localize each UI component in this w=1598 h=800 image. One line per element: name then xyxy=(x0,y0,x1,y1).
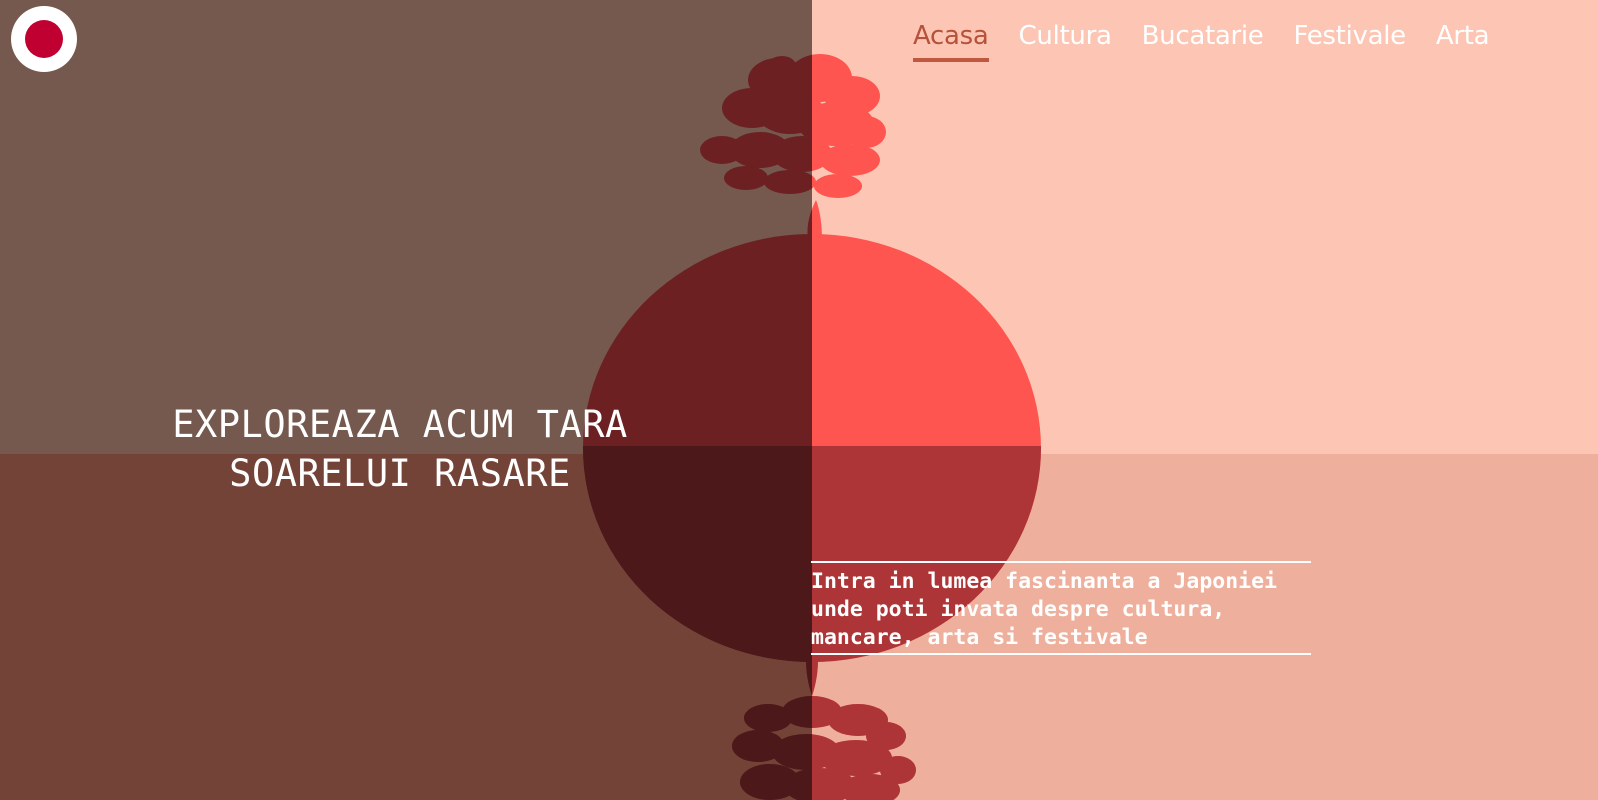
hero-section: Acasa Cultura Bucatarie Festivale Arta E… xyxy=(0,0,1598,800)
tagline-text: Intra in lumea fascinanta a Japoniei und… xyxy=(811,569,1277,650)
rising-sun-flag-icon xyxy=(25,20,63,58)
nav-item-cultura[interactable]: Cultura xyxy=(1019,20,1112,62)
nav-item-acasa[interactable]: Acasa xyxy=(913,20,989,62)
main-nav: Acasa Cultura Bucatarie Festivale Arta xyxy=(913,20,1490,62)
logo[interactable] xyxy=(11,6,77,72)
nav-item-bucatarie[interactable]: Bucatarie xyxy=(1142,20,1264,62)
nav-item-arta[interactable]: Arta xyxy=(1436,20,1490,62)
hero-title: EXPLOREAZA ACUM TARA SOARELUI RASARE xyxy=(172,403,628,495)
nav-item-festivale[interactable]: Festivale xyxy=(1294,20,1407,62)
tagline-box: Intra in lumea fascinanta a Japoniei und… xyxy=(811,561,1311,655)
